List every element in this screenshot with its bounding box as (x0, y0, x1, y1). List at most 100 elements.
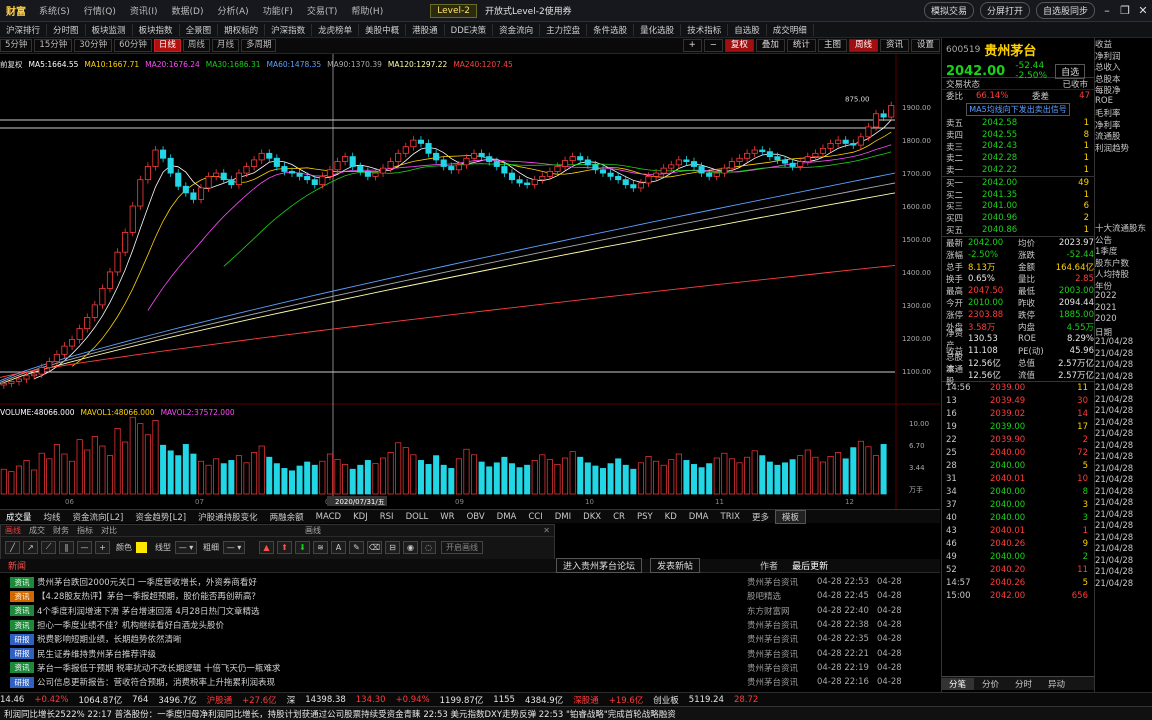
updated-col-header[interactable]: 最后更新 (792, 559, 828, 572)
color-swatch[interactable] (136, 541, 147, 553)
menu-item[interactable]: 资讯(I) (123, 4, 165, 17)
enter-forum-button[interactable]: 进入贵州茅台论坛 (556, 558, 643, 573)
menu-right-button[interactable]: 自选股同步 (1035, 2, 1095, 19)
indicator-tab[interactable]: DMA (683, 512, 715, 522)
toolbar-item[interactable]: 沪深指数 (265, 23, 313, 36)
indicator-tab[interactable]: DMA (491, 512, 523, 522)
chart-tool-button[interactable]: 主图 (817, 39, 847, 52)
news-title[interactable]: 贵州茅台跌回2000元关口 一季度营收增长，外资券商看好 (37, 576, 747, 588)
hline-tool-icon[interactable]: — (77, 540, 92, 554)
period-tab[interactable]: 5分钟 (0, 39, 33, 52)
segment-tool-icon[interactable]: ⟋ (41, 540, 56, 554)
order-level-row[interactable]: 买一 2042.00 49 (946, 177, 1094, 189)
order-level-row[interactable]: 买二 2041.35 1 (946, 189, 1094, 201)
indicator-tab[interactable]: CR (607, 512, 631, 522)
news-row[interactable]: 资讯 4个季度利润增速下滑 茅台增速回落 4月28日热门文章精选 东方财富网 04-2… (0, 604, 940, 618)
toolbar-item[interactable]: 沪深排行 (0, 23, 48, 36)
indicator-tab[interactable]: 资金趋势[L2] (129, 511, 192, 523)
ticker-text[interactable]: 利润同比增长2522% 22:17 普洛股份：一季度归母净利润同比增长，持股计划… (4, 708, 676, 720)
toolbar-item[interactable]: 量化选股 (634, 23, 682, 36)
indicator-tab[interactable]: CCI (522, 512, 548, 522)
news-title[interactable]: 民生证券维持贵州茅台推荐评级 (37, 648, 747, 660)
menu-item[interactable]: 交易(T) (300, 4, 345, 17)
news-row[interactable]: 研报 税费影响短期业绩，长期趋势依然清晰 贵州茅台资讯 04-28 22:35 04-2… (0, 632, 940, 646)
drawing-tab[interactable]: 画线 (1, 525, 25, 536)
indicator-tab[interactable]: PSY (631, 512, 659, 522)
toolbar-item[interactable]: 主力控盘 (540, 23, 588, 36)
toolbar-item[interactable]: 自选股 (728, 23, 767, 36)
news-row[interactable]: 研报 民生证券维持贵州茅台推荐评级 贵州茅台资讯 04-28 22:21 04-28 (0, 646, 940, 660)
parallel-tool-icon[interactable]: ∥ (59, 540, 74, 554)
line-tool-icon[interactable]: ╱ (5, 540, 20, 554)
order-level-row[interactable]: 卖三 2042.43 1 (946, 141, 1094, 152)
indicator-tab[interactable]: OBV (461, 512, 491, 522)
toolbar-item[interactable]: DDE决策 (445, 23, 494, 36)
toolbar-item[interactable]: 龙虎榜单 (312, 23, 360, 36)
text-tool-icon[interactable]: A (331, 540, 346, 554)
chart-tool-button[interactable]: 资讯 (879, 39, 909, 52)
menu-item[interactable]: 数据(D) (165, 4, 211, 17)
indicator-tab[interactable]: 更多 (746, 511, 775, 523)
indicator-tab[interactable]: MACD (310, 512, 347, 522)
delete-tool-icon[interactable]: ⌫ (367, 540, 382, 554)
order-level-row[interactable]: 卖一 2042.22 1 (946, 164, 1094, 176)
up-arrow-icon[interactable]: ⬆ (277, 540, 292, 554)
news-tab[interactable]: 新闻 (8, 559, 26, 572)
menu-right-button[interactable]: 分屏打开 (979, 2, 1030, 19)
order-level-row[interactable]: 卖五 2042.58 1 (946, 117, 1094, 129)
news-row[interactable]: 资讯 贵州茅台跌回2000元关口 一季度营收增长，外资券商看好 贵州茅台资讯 04-2… (0, 575, 940, 589)
drawing-tab[interactable]: 成交 (25, 525, 49, 536)
eye-tool-icon[interactable]: ◉ (403, 540, 418, 554)
drawing-close-icon[interactable]: ✕ (539, 526, 554, 535)
order-level-row[interactable]: 买五 2040.86 1 (946, 224, 1094, 236)
period-tab[interactable]: 多周期 (240, 39, 277, 52)
news-row[interactable]: 资讯 担心一季度业绩不佳？机构继续看好白酒龙头股价 贵州茅台资讯 04-28 22:3… (0, 618, 940, 632)
indicator-tab[interactable]: KDJ (347, 512, 374, 522)
chart-tool-button[interactable]: 周线 (848, 39, 878, 52)
news-row[interactable]: 资讯 【4.28股友热评】茅台一季报超预期，股价能否再创新高？ 股吧精选 04-28 … (0, 589, 940, 603)
news-title[interactable]: 公司信息更新报告：营收符合预期，消费税率上升拖累利润表现 (37, 676, 747, 688)
down-arrow-icon[interactable]: ⬇ (295, 540, 310, 554)
toolbar-item[interactable]: 板块指数 (133, 23, 180, 36)
kline-chart[interactable]: 1900.00 1800.00 1700.00 1600.00 1500.00 1400.… (0, 54, 940, 509)
new-post-button[interactable]: 发表新帖 (650, 558, 701, 573)
cursor-tool-icon[interactable]: ▲ (259, 540, 274, 554)
level2-promo-button[interactable]: Level-2 (430, 3, 477, 18)
news-title[interactable]: 税费影响短期业绩，长期趋势依然清晰 (37, 633, 747, 645)
indicator-tab[interactable]: DKX (577, 512, 607, 522)
line-style-select[interactable]: — ▾ (175, 540, 197, 554)
news-title[interactable]: 4个季度利润增速下滑 茅台增速回落 4月28日热门文章精选 (37, 605, 747, 617)
period-tab[interactable]: 月线 (211, 39, 239, 52)
order-level-row[interactable]: 卖二 2042.28 1 (946, 152, 1094, 164)
chart-tool-button[interactable]: 设置 (910, 39, 940, 52)
indicator-tab[interactable]: TRIX (715, 512, 746, 522)
period-tab[interactable]: 周线 (182, 39, 210, 52)
author-col-header[interactable]: 作者 (760, 559, 778, 572)
chart-tool-button[interactable]: 统计 (786, 39, 816, 52)
chart-tool-button[interactable]: − (703, 39, 723, 52)
indicator-tab[interactable]: RSI (374, 512, 400, 522)
period-tab[interactable]: 30分钟 (74, 39, 113, 52)
drawing-tab[interactable]: 对比 (97, 525, 121, 536)
level2-coupon-link[interactable]: 开放式Level-2使用券 (477, 4, 580, 17)
toolbar-item[interactable]: 成交明细 (767, 23, 814, 36)
toolbar-item[interactable]: 美股中概 (359, 23, 407, 36)
menu-right-button[interactable]: 模拟交易 (923, 2, 974, 19)
toolbar-item[interactable]: 资金流向 (493, 23, 541, 36)
order-level-row[interactable]: 买四 2040.96 2 (946, 212, 1094, 224)
tick-list[interactable]: 14:56 2039.00 11 13 2039.49 30 16 2039.02 14 19 20… (942, 382, 1094, 603)
pen-tool-icon[interactable]: ✎ (349, 540, 364, 554)
indicator-tab[interactable]: DMI (549, 512, 577, 522)
menu-item[interactable]: 分析(A) (211, 4, 256, 17)
toolbar-item[interactable]: 全景图 (180, 23, 219, 36)
indicator-tab[interactable]: DOLL (400, 512, 435, 522)
lock-tool-icon[interactable]: ⊟ (385, 540, 400, 554)
minimize-icon[interactable]: – (1098, 4, 1116, 17)
order-level-row[interactable]: 买三 2041.00 6 (946, 201, 1094, 212)
indicator-tab[interactable]: WR (434, 512, 460, 522)
hide-tool-icon[interactable]: ◌ (421, 540, 436, 554)
menu-item[interactable]: 行情(Q) (77, 4, 123, 17)
toolbar-item[interactable]: 技术指标 (681, 23, 729, 36)
indicator-tab[interactable]: 均线 (38, 511, 67, 523)
quote-bottom-tab[interactable]: 分笔 (941, 677, 975, 690)
